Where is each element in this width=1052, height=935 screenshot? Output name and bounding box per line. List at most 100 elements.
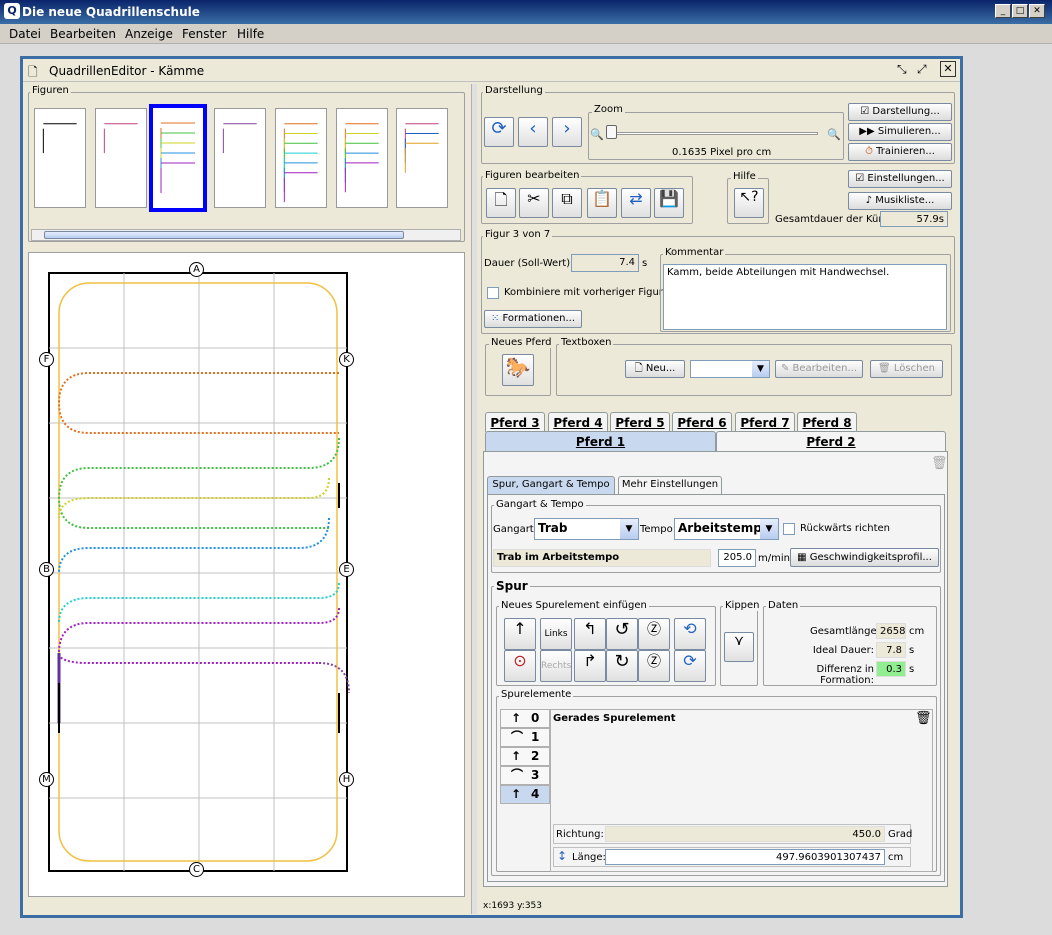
circle-right-icon[interactable]: ↻: [606, 650, 638, 682]
turn-left-icon[interactable]: ⟲: [674, 618, 706, 650]
refresh-icon[interactable]: ⟳: [484, 117, 514, 147]
speed-field[interactable]: 205.0: [718, 549, 756, 567]
straight-element-icon[interactable]: ↑: [504, 618, 536, 650]
circle-left-icon[interactable]: ↺: [606, 618, 638, 650]
trash-icon: 🗑: [878, 363, 894, 374]
kombiniere-label: Kombiniere mit vorheriger Figur: [504, 287, 663, 298]
zoom-label: Zoom: [592, 104, 625, 115]
zoom-slider-track[interactable]: [608, 132, 818, 135]
element-type-icon: ⌒: [511, 730, 524, 744]
tab-pferd[interactable]: Pferd 2: [716, 431, 946, 451]
spurelement-list-item[interactable]: ⌒ 1: [500, 728, 550, 747]
subtab-mehr[interactable]: Mehr Einstellungen: [618, 476, 722, 494]
richtung-value[interactable]: 450.0: [605, 826, 885, 842]
maximize-icon[interactable]: □: [1012, 4, 1028, 18]
previous-icon[interactable]: ‹: [518, 117, 548, 147]
dauer-field[interactable]: 7.4: [571, 254, 639, 272]
tab-pferd[interactable]: Pferd 3: [485, 412, 545, 432]
spurelement-list-item[interactable]: ⌒ 3: [500, 766, 550, 785]
textbox-dropdown-icon[interactable]: ▼: [752, 361, 769, 377]
volte-element-icon[interactable]: ⊙: [504, 650, 536, 682]
help-cursor-icon[interactable]: ↖?: [734, 188, 764, 218]
serpentine-left-icon[interactable]: Ⓩ: [638, 618, 670, 650]
add-horse-icon[interactable]: 🐎: [502, 354, 534, 386]
delete-horse-icon[interactable]: 🗑: [931, 456, 948, 471]
geschwindigkeitsprofil-button[interactable]: ▦ Geschwindigkeitsprofil...: [790, 548, 939, 567]
trainieren-button-label: Trainieren...: [876, 146, 935, 157]
tab-pferd[interactable]: Pferd 1: [485, 431, 716, 451]
zoom-in-icon[interactable]: 🔍: [827, 128, 841, 141]
tab-pferd[interactable]: Pferd 4: [548, 412, 608, 432]
links-button[interactable]: Links: [540, 618, 572, 650]
subtab-spur[interactable]: Spur, Gangart & Tempo: [487, 476, 615, 494]
close-icon[interactable]: ✕: [1029, 4, 1045, 18]
serpentine-right-icon[interactable]: Ⓩ: [638, 650, 670, 682]
zoom-slider-handle[interactable]: [606, 125, 617, 139]
figure-thumbnail[interactable]: [396, 108, 448, 208]
menu-bearbeiten[interactable]: Bearbeiten: [50, 27, 116, 41]
arena-canvas[interactable]: [28, 252, 465, 897]
textbox-neu-button[interactable]: 🗋 Neu...: [625, 360, 685, 378]
musikliste-button[interactable]: ♪ Musikliste...: [848, 192, 952, 210]
figure-thumbnail[interactable]: [34, 108, 86, 208]
menu-bar: Datei Bearbeiten Anzeige Fenster Hilfe: [0, 24, 1052, 44]
figure-thumbnail[interactable]: [275, 108, 327, 208]
save-icon[interactable]: 💾: [654, 188, 684, 218]
einstellungen-button[interactable]: ☑ Einstellungen...: [848, 170, 952, 188]
menu-anzeige[interactable]: Anzeige: [125, 27, 173, 41]
darstellung-button[interactable]: ☑ Darstellung...: [848, 103, 952, 121]
turn-right-icon[interactable]: ⟳: [674, 650, 706, 682]
spurelement-list-item[interactable]: ↑ 4: [500, 785, 550, 804]
swap-icon[interactable]: ⇄: [621, 188, 651, 218]
paste-icon[interactable]: 📋: [587, 188, 617, 218]
new-figure-icon[interactable]: 🗋: [486, 188, 516, 218]
rueckwaerts-checkbox[interactable]: [783, 523, 795, 535]
flip-icon[interactable]: ⋎: [724, 632, 754, 662]
trainieren-button[interactable]: ⏱ Trainieren...: [848, 143, 952, 161]
next-icon[interactable]: ›: [552, 117, 582, 147]
tab-pferd[interactable]: Pferd 6: [672, 412, 732, 432]
delete-element-icon[interactable]: 🗑: [915, 711, 932, 726]
kombiniere-checkbox[interactable]: [487, 287, 499, 299]
textbox-loeschen-button[interactable]: 🗑 Löschen: [870, 360, 943, 378]
menu-fenster[interactable]: Fenster: [182, 27, 227, 41]
length-icon: ↕: [557, 849, 568, 863]
arena-letter: E: [339, 562, 354, 577]
element-type-icon: ↑: [511, 711, 522, 725]
copy-icon[interactable]: ⧉: [552, 188, 582, 218]
menu-datei[interactable]: Datei: [9, 27, 41, 41]
textbox-bearbeiten-button[interactable]: ✎ Bearbeiten...: [775, 360, 863, 378]
figure-thumbnail[interactable]: [95, 108, 147, 208]
laenge-unit: cm: [888, 852, 904, 863]
figure-thumbnail[interactable]: [149, 104, 207, 212]
vertical-splitter[interactable]: [471, 84, 477, 914]
textboxen-label: Textboxen: [559, 337, 614, 348]
geschwindigkeitsprofil-label: Geschwindigkeitsprofil...: [809, 552, 932, 563]
tab-pferd[interactable]: Pferd 5: [610, 412, 670, 432]
laenge-field[interactable]: 497.9603901307437: [605, 849, 885, 865]
spurelement-list-item[interactable]: ↑ 2: [500, 747, 550, 766]
curve-right-icon[interactable]: ↱: [574, 650, 606, 682]
figures-scrollbar[interactable]: [31, 229, 461, 241]
tempo-dropdown-icon[interactable]: ▼: [760, 519, 778, 539]
figure-thumbnail[interactable]: [214, 108, 266, 208]
menu-hilfe[interactable]: Hilfe: [237, 27, 264, 41]
kommentar-textarea[interactable]: Kamm, beide Abteilungen mit Handwechsel.: [663, 264, 947, 330]
tab-pferd[interactable]: Pferd 7: [735, 412, 795, 432]
restore-icon[interactable]: ⤡: [897, 62, 907, 77]
cut-icon[interactable]: ✂: [519, 188, 549, 218]
zoom-out-icon[interactable]: 🔍: [590, 128, 604, 141]
figure-thumbnail[interactable]: [336, 108, 388, 208]
simulieren-button[interactable]: ▶▶ Simulieren...: [848, 123, 952, 141]
scrollbar-thumb[interactable]: [44, 231, 404, 239]
rueckwaerts-label: Rückwärts richten: [800, 523, 890, 534]
minimize-icon[interactable]: _: [995, 4, 1011, 18]
close-inner-icon[interactable]: ✕: [940, 61, 956, 77]
formationen-button[interactable]: ⁙ Formationen...: [484, 310, 582, 328]
tab-pferd[interactable]: Pferd 8: [797, 412, 857, 432]
rechts-button[interactable]: Rechts: [540, 650, 572, 682]
gangart-dropdown-icon[interactable]: ▼: [620, 519, 638, 539]
spurelement-list-item[interactable]: ↑ 0: [500, 709, 550, 728]
maximize-inner-icon[interactable]: ⤢: [917, 62, 927, 77]
curve-left-icon[interactable]: ↰: [574, 618, 606, 650]
